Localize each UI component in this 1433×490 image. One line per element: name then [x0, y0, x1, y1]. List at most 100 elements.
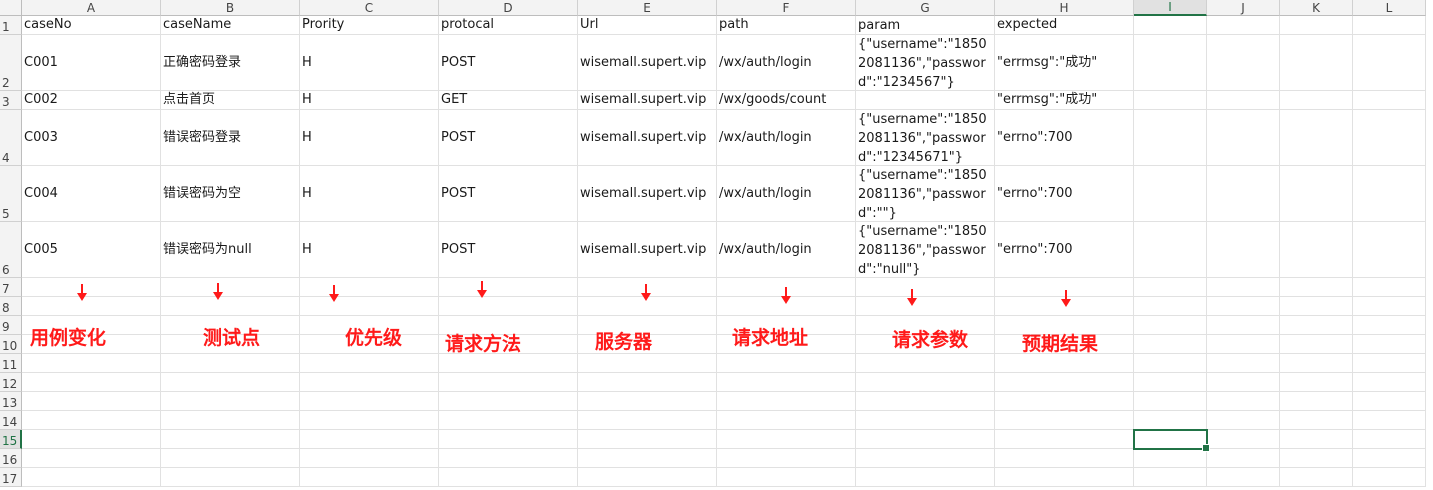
cell-b12[interactable] — [161, 373, 300, 392]
cell-a15[interactable] — [22, 430, 161, 449]
cell-i5[interactable] — [1134, 166, 1207, 222]
cell-k15[interactable] — [1280, 430, 1353, 449]
cell-c11[interactable] — [300, 354, 439, 373]
row-header-14[interactable]: 14 — [0, 411, 22, 430]
cell-k3[interactable] — [1280, 91, 1353, 110]
cell-e1[interactable]: Url — [578, 16, 717, 35]
cell-k12[interactable] — [1280, 373, 1353, 392]
cell-h17[interactable] — [995, 468, 1134, 487]
cell-a17[interactable] — [22, 468, 161, 487]
cell-e4[interactable]: wisemall.supert.vip — [578, 110, 717, 166]
column-header-b[interactable]: B — [161, 0, 300, 16]
cell-l10[interactable] — [1353, 335, 1426, 354]
cell-g1[interactable]: param — [856, 16, 995, 35]
cell-c17[interactable] — [300, 468, 439, 487]
cell-a8[interactable] — [22, 297, 161, 316]
cell-e12[interactable] — [578, 373, 717, 392]
row-header-7[interactable]: 7 — [0, 278, 22, 297]
cell-b11[interactable] — [161, 354, 300, 373]
cell-j17[interactable] — [1207, 468, 1280, 487]
cell-b2[interactable]: 正确密码登录 — [161, 35, 300, 91]
cell-l2[interactable] — [1353, 35, 1426, 91]
cell-c15[interactable] — [300, 430, 439, 449]
cell-i9[interactable] — [1134, 316, 1207, 335]
cell-h1[interactable]: expected — [995, 16, 1134, 35]
cell-g4[interactable]: {"username":"18502081136","password":"12… — [856, 110, 995, 166]
cell-f5[interactable]: /wx/auth/login — [717, 166, 856, 222]
cell-d15[interactable] — [439, 430, 578, 449]
cell-c2[interactable]: H — [300, 35, 439, 91]
cell-i3[interactable] — [1134, 91, 1207, 110]
cell-b1[interactable]: caseName — [161, 16, 300, 35]
cell-i12[interactable] — [1134, 373, 1207, 392]
cell-j11[interactable] — [1207, 354, 1280, 373]
cell-j3[interactable] — [1207, 91, 1280, 110]
cell-e6[interactable]: wisemall.supert.vip — [578, 222, 717, 278]
cell-g15[interactable] — [856, 430, 995, 449]
cell-g11[interactable] — [856, 354, 995, 373]
cell-c6[interactable]: H — [300, 222, 439, 278]
cell-j8[interactable] — [1207, 297, 1280, 316]
cell-l3[interactable] — [1353, 91, 1426, 110]
cell-a5[interactable]: C004 — [22, 166, 161, 222]
cell-k8[interactable] — [1280, 297, 1353, 316]
cell-f16[interactable] — [717, 449, 856, 468]
cell-c3[interactable]: H — [300, 91, 439, 110]
cell-h3[interactable]: "errmsg":"成功" — [995, 91, 1134, 110]
cell-d6[interactable]: POST — [439, 222, 578, 278]
cell-i13[interactable] — [1134, 392, 1207, 411]
cell-f6[interactable]: /wx/auth/login — [717, 222, 856, 278]
cell-l16[interactable] — [1353, 449, 1426, 468]
cell-c7[interactable] — [300, 278, 439, 297]
cell-g12[interactable] — [856, 373, 995, 392]
cell-i7[interactable] — [1134, 278, 1207, 297]
column-header-a[interactable]: A — [22, 0, 161, 16]
cell-k9[interactable] — [1280, 316, 1353, 335]
cell-f13[interactable] — [717, 392, 856, 411]
cell-c12[interactable] — [300, 373, 439, 392]
cell-e2[interactable]: wisemall.supert.vip — [578, 35, 717, 91]
cell-d17[interactable] — [439, 468, 578, 487]
cell-b8[interactable] — [161, 297, 300, 316]
row-header-8[interactable]: 8 — [0, 297, 22, 316]
cell-c14[interactable] — [300, 411, 439, 430]
cell-k5[interactable] — [1280, 166, 1353, 222]
cell-d7[interactable] — [439, 278, 578, 297]
cell-k14[interactable] — [1280, 411, 1353, 430]
cell-j15[interactable] — [1207, 430, 1280, 449]
cell-l13[interactable] — [1353, 392, 1426, 411]
cell-j12[interactable] — [1207, 373, 1280, 392]
cell-e3[interactable]: wisemall.supert.vip — [578, 91, 717, 110]
row-header-3[interactable]: 3 — [0, 91, 22, 110]
row-header-5[interactable]: 5 — [0, 166, 22, 222]
cell-f2[interactable]: /wx/auth/login — [717, 35, 856, 91]
cell-e5[interactable]: wisemall.supert.vip — [578, 166, 717, 222]
cell-l12[interactable] — [1353, 373, 1426, 392]
cell-l1[interactable] — [1353, 16, 1426, 35]
cell-j5[interactable] — [1207, 166, 1280, 222]
cell-k17[interactable] — [1280, 468, 1353, 487]
column-header-l[interactable]: L — [1353, 0, 1426, 16]
column-header-c[interactable]: C — [300, 0, 439, 16]
select-all-corner[interactable] — [0, 0, 22, 16]
cell-g16[interactable] — [856, 449, 995, 468]
cell-a1[interactable]: caseNo — [22, 16, 161, 35]
cell-j9[interactable] — [1207, 316, 1280, 335]
cell-l6[interactable] — [1353, 222, 1426, 278]
cell-d14[interactable] — [439, 411, 578, 430]
cell-j6[interactable] — [1207, 222, 1280, 278]
cell-h13[interactable] — [995, 392, 1134, 411]
cell-g2[interactable]: {"username":"18502081136","password":"12… — [856, 35, 995, 91]
cell-i1[interactable] — [1134, 16, 1207, 35]
cell-f4[interactable]: /wx/auth/login — [717, 110, 856, 166]
cell-f14[interactable] — [717, 411, 856, 430]
cell-j13[interactable] — [1207, 392, 1280, 411]
cell-j7[interactable] — [1207, 278, 1280, 297]
cell-h15[interactable] — [995, 430, 1134, 449]
cell-h12[interactable] — [995, 373, 1134, 392]
cell-c4[interactable]: H — [300, 110, 439, 166]
cell-b14[interactable] — [161, 411, 300, 430]
active-cell-selection[interactable] — [1133, 429, 1210, 452]
cell-i10[interactable] — [1134, 335, 1207, 354]
column-header-i[interactable]: I — [1134, 0, 1207, 16]
